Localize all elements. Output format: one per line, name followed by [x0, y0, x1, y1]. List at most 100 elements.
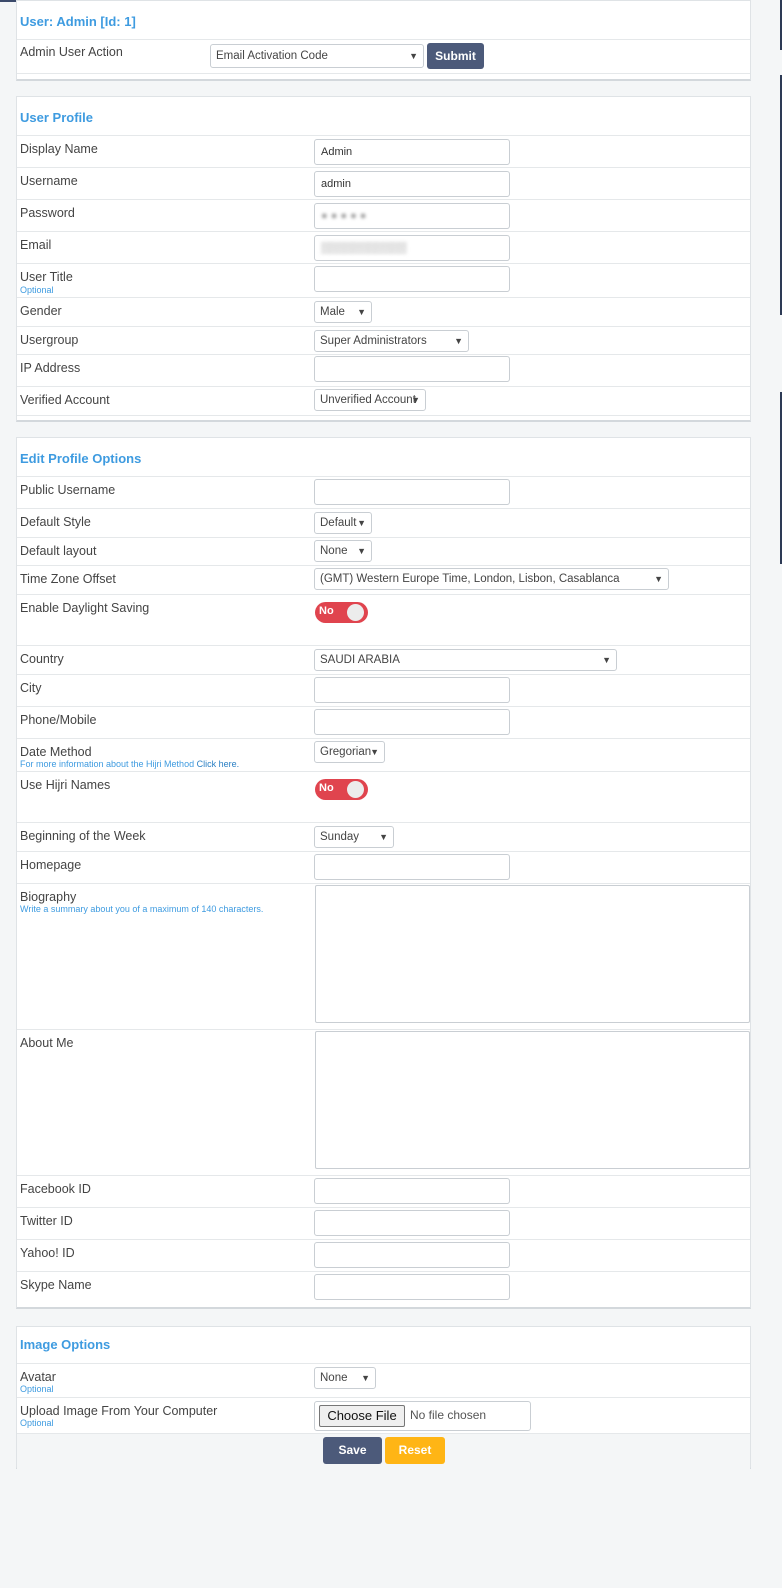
username-input[interactable]: admin — [314, 171, 510, 197]
field-label: Date Method — [20, 745, 92, 759]
optional-hint: Optional — [20, 1384, 54, 1394]
field-label: Username — [20, 174, 78, 188]
yahoo-input[interactable] — [314, 1242, 510, 1268]
facebook-row: Facebook ID — [17, 1175, 750, 1208]
username-row: Username admin — [17, 167, 750, 200]
daylight-saving-row: Enable Daylight Saving No — [17, 594, 750, 646]
public-username-input[interactable] — [314, 479, 510, 505]
chevron-down-icon: ▼ — [454, 336, 463, 346]
homepage-input[interactable] — [314, 854, 510, 880]
week-start-row: Beginning of the Week Sunday ▼ — [17, 822, 750, 852]
daylight-saving-toggle[interactable]: No — [315, 602, 368, 623]
obscured-value: ▒▒▒▒▒▒▒▒▒▒▒ — [321, 242, 407, 254]
facebook-input[interactable] — [314, 1178, 510, 1204]
optional-hint: Optional — [20, 285, 54, 295]
panel-title: User: Admin [Id: 1] — [20, 14, 136, 29]
verified-row: Verified Account Unverified Account ▼ — [17, 386, 750, 416]
chevron-down-icon: ▼ — [654, 574, 663, 584]
chevron-down-icon: ▼ — [357, 307, 366, 317]
field-label: Verified Account — [20, 393, 110, 407]
about-me-textarea[interactable] — [315, 1031, 750, 1169]
timezone-select[interactable]: (GMT) Western Europe Time, London, Lisbo… — [314, 568, 669, 590]
avatar-select[interactable]: None ▼ — [314, 1367, 376, 1389]
field-label: Use Hijri Names — [20, 778, 111, 792]
field-label: Email — [20, 238, 52, 252]
chevron-down-icon: ▼ — [357, 518, 366, 528]
usergroup-select[interactable]: Super Administrators ▼ — [314, 330, 469, 352]
verified-select[interactable]: Unverified Account ▼ — [314, 389, 426, 411]
public-username-row: Public Username — [17, 476, 750, 509]
chevron-down-icon: ▼ — [409, 51, 418, 61]
panel-title: Image Options — [20, 1337, 111, 1352]
field-label: Password — [20, 206, 75, 220]
file-upload-field: Choose File No file chosen — [314, 1401, 531, 1431]
image-options-panel: Image Options Avatar Optional None ▼ Uplo… — [16, 1326, 751, 1469]
field-label: Yahoo! ID — [20, 1246, 75, 1260]
field-label: Phone/Mobile — [20, 713, 97, 727]
field-label: City — [20, 681, 42, 695]
admin-action-row: Admin User Action Email Activation Code ▼… — [17, 39, 750, 74]
hijri-names-row: Use Hijri Names No — [17, 771, 750, 823]
panel-title: Edit Profile Options — [20, 451, 142, 466]
gender-row: Gender Male ▼ — [17, 297, 750, 327]
upload-row: Upload Image From Your Computer Optional… — [17, 1397, 750, 1434]
default-style-row: Default Style Default ▼ — [17, 508, 750, 538]
date-method-row: Date Method For more information about t… — [17, 738, 750, 772]
field-label: Usergroup — [20, 333, 79, 347]
password-row: Password ● ● ● ● ● — [17, 199, 750, 232]
week-start-select[interactable]: Sunday ▼ — [314, 826, 394, 848]
usergroup-row: Usergroup Super Administrators ▼ — [17, 326, 750, 355]
password-input[interactable]: ● ● ● ● ● — [314, 203, 510, 229]
user-profile-panel: User Profile Display Name Admin Username… — [16, 96, 751, 422]
field-label: Beginning of the Week — [20, 829, 146, 843]
field-label: Country — [20, 652, 64, 666]
country-select[interactable]: SAUDI ARABIA ▼ — [314, 649, 617, 671]
reset-button[interactable]: Reset — [385, 1437, 445, 1464]
display-name-row: Display Name Admin — [17, 135, 750, 168]
field-label: Facebook ID — [20, 1182, 91, 1196]
ip-address-row: IP Address — [17, 354, 750, 387]
email-input[interactable]: ▒▒▒▒▒▒▒▒▒▒▒ — [314, 235, 510, 261]
default-style-select[interactable]: Default ▼ — [314, 512, 372, 534]
hijri-info-hint: For more information about the Hijri Met… — [20, 759, 240, 769]
field-label: About Me — [20, 1036, 74, 1050]
field-label: Twitter ID — [20, 1214, 73, 1228]
timezone-row: Time Zone Offset (GMT) Western Europe Ti… — [17, 565, 750, 595]
avatar-row: Avatar Optional None ▼ — [17, 1363, 750, 1398]
field-label: Biography — [20, 890, 77, 904]
hijri-names-toggle[interactable]: No — [315, 779, 368, 800]
display-name-input[interactable]: Admin — [314, 139, 510, 165]
about-me-row: About Me — [17, 1029, 750, 1176]
field-label: Skype Name — [20, 1278, 92, 1292]
phone-input[interactable] — [314, 709, 510, 735]
default-layout-select[interactable]: None ▼ — [314, 540, 372, 562]
biography-textarea[interactable] — [315, 885, 750, 1023]
homepage-row: Homepage — [17, 851, 750, 884]
biography-hint: Write a summary about you of a maximum o… — [20, 904, 264, 914]
field-label: Admin User Action — [20, 45, 123, 59]
skype-input[interactable] — [314, 1274, 510, 1300]
admin-action-select[interactable]: Email Activation Code ▼ — [210, 44, 424, 68]
choose-file-button[interactable]: Choose File — [319, 1405, 405, 1427]
city-row: City — [17, 674, 750, 707]
field-label: Homepage — [20, 858, 82, 872]
chevron-down-icon: ▼ — [357, 546, 366, 556]
ip-address-input[interactable] — [314, 356, 510, 382]
submit-button[interactable]: Submit — [427, 43, 484, 69]
field-label: User Title — [20, 270, 73, 284]
field-label: Enable Daylight Saving — [20, 601, 150, 615]
user-title-input[interactable] — [314, 266, 510, 292]
field-label: Default Style — [20, 515, 91, 529]
country-row: Country SAUDI ARABIA ▼ — [17, 645, 750, 675]
city-input[interactable] — [314, 677, 510, 703]
chevron-down-icon: ▼ — [370, 747, 379, 757]
field-label: Display Name — [20, 142, 98, 156]
twitter-input[interactable] — [314, 1210, 510, 1236]
save-button[interactable]: Save — [323, 1437, 382, 1464]
toggle-knob — [347, 604, 364, 621]
user-action-panel: User: Admin [Id: 1] Admin User Action Em… — [16, 0, 751, 81]
click-here-link[interactable]: Click here. — [197, 759, 240, 769]
gender-select[interactable]: Male ▼ — [314, 301, 372, 323]
date-method-select[interactable]: Gregorian ▼ — [314, 741, 385, 763]
yahoo-row: Yahoo! ID — [17, 1239, 750, 1272]
